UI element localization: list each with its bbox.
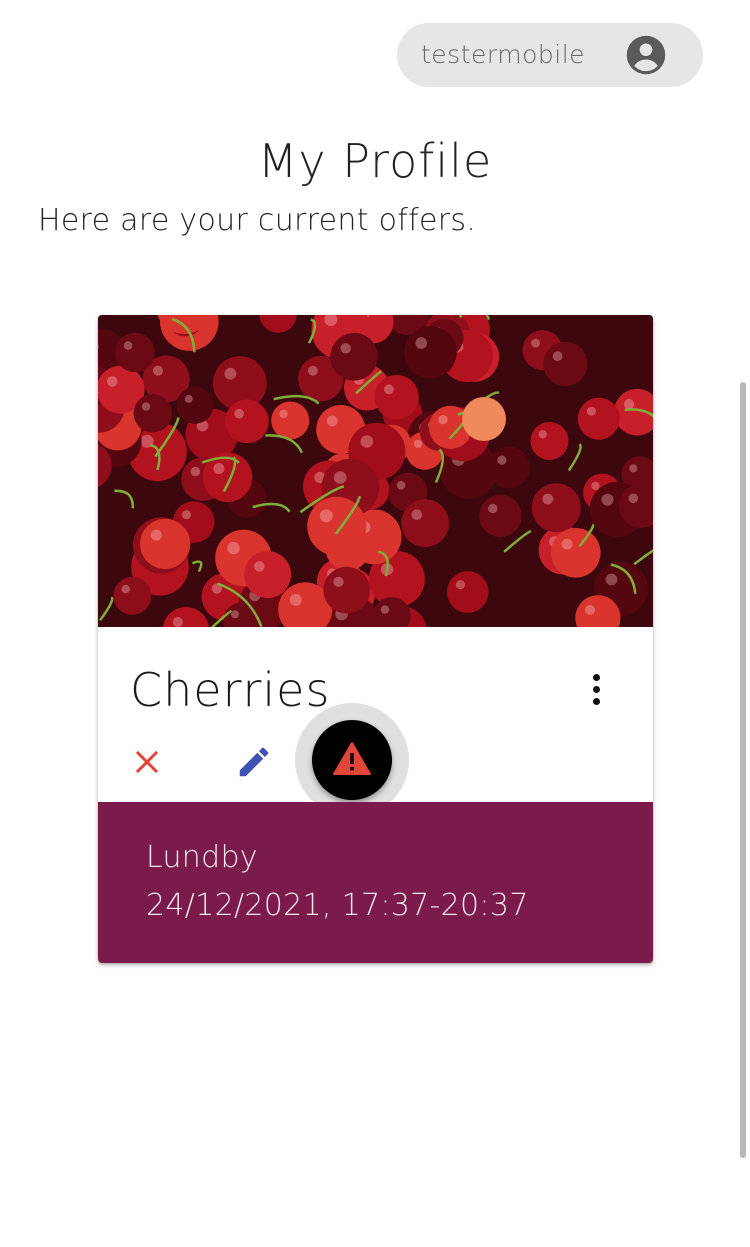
more-vert-icon-dot [592, 685, 600, 693]
offer-location: Lundby [146, 840, 258, 875]
offer-time: 24/12/2021, 17:37-20:37 [146, 888, 529, 923]
edit-offer-button[interactable] [235, 743, 273, 781]
offer-card[interactable]: Cherries Lundby 24/12/2021, 17:37-20:37 [98, 315, 653, 963]
offer-title: Cherries [130, 663, 331, 717]
account-circle-icon [626, 35, 666, 75]
close-icon [135, 750, 159, 774]
username-label: testermobile [421, 40, 586, 69]
warning-icon [333, 742, 371, 775]
user-menu-chip[interactable]: testermobile [397, 23, 703, 87]
page-title: My Profile [257, 134, 493, 188]
scrollbar[interactable] [740, 382, 746, 1158]
more-vert-icon [592, 673, 600, 681]
page-subtitle: Here are your current offers. [38, 203, 477, 238]
pencil-icon [239, 747, 269, 777]
more-vert-icon-dot [592, 697, 600, 705]
offer-details-footer: Lundby 24/12/2021, 17:37-20:37 [98, 802, 653, 963]
more-options-button[interactable] [580, 667, 612, 711]
report-offer-button[interactable] [312, 720, 392, 800]
cherries-photo [98, 315, 653, 627]
profile-page: testermobile My Profile Here are your cu… [0, 0, 750, 1247]
delete-offer-button[interactable] [128, 743, 166, 781]
